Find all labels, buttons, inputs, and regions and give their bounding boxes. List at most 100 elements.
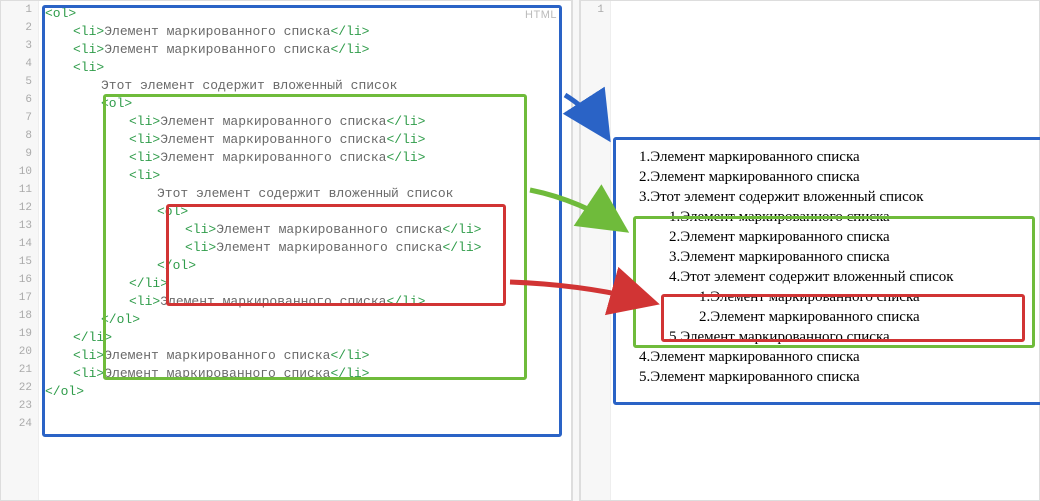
code-tag: </ol>: [101, 312, 140, 327]
line-number: 10: [1, 163, 38, 181]
code-tag: </li>: [386, 294, 425, 309]
code-tag: <li>: [129, 114, 160, 129]
code-text: Элемент маркированного списка: [104, 348, 330, 363]
line-number: 23: [1, 397, 38, 415]
code-text: Элемент маркированного списка: [160, 132, 386, 147]
code-line[interactable]: <li>Элемент маркированного списка</li>: [73, 23, 565, 41]
code-tag: </li>: [386, 114, 425, 129]
code-tag: <li>: [73, 348, 104, 363]
code-tag: <ol>: [101, 96, 132, 111]
code-line[interactable]: <ol>: [157, 203, 565, 221]
code-tag: <li>: [185, 222, 216, 237]
split-view: 123456789101112131415161718192021222324 …: [0, 0, 1040, 501]
code-text: Элемент маркированного списка: [160, 114, 386, 129]
line-number: 9: [1, 145, 38, 163]
line-number: 4: [1, 55, 38, 73]
line-number: 7: [1, 109, 38, 127]
code-tag: <ol>: [157, 204, 188, 219]
code-tag: <ol>: [45, 6, 76, 21]
preview-gutter: 1: [581, 1, 611, 500]
line-number: 2: [1, 19, 38, 37]
code-tag: </li>: [330, 348, 369, 363]
code-line[interactable]: Этот элемент содержит вложенный список: [157, 185, 565, 203]
code-line[interactable]: <li>Элемент маркированного списка</li>: [129, 293, 565, 311]
code-tag: </li>: [129, 276, 168, 291]
code-tag: <li>: [129, 294, 160, 309]
code-area[interactable]: <ol><li>Элемент маркированного списка</l…: [39, 1, 571, 500]
code-tag: </li>: [442, 240, 481, 255]
code-text: Элемент маркированного списка: [104, 366, 330, 381]
code-line[interactable]: [45, 401, 565, 419]
code-tag: </li>: [73, 330, 112, 345]
line-number: 20: [1, 343, 38, 361]
line-number: 8: [1, 127, 38, 145]
code-text: Этот элемент содержит вложенный список: [101, 78, 397, 93]
code-tag: </li>: [330, 366, 369, 381]
line-number: 14: [1, 235, 38, 253]
code-tag: <li>: [185, 240, 216, 255]
code-tag: <li>: [129, 168, 160, 183]
code-line[interactable]: </li>: [73, 329, 565, 347]
preview-pane: 1 1. Элемент маркированного списка2. Эле…: [580, 0, 1040, 501]
code-line[interactable]: <li>Элемент маркированного списка</li>: [129, 131, 565, 149]
preview-area: 1. Элемент маркированного списка2. Элеме…: [611, 1, 1039, 500]
code-line[interactable]: <li>Элемент маркированного списка</li>: [73, 347, 565, 365]
code-tag: <li>: [129, 132, 160, 147]
code-tag: <li>: [129, 150, 160, 165]
pane-divider[interactable]: [572, 0, 580, 501]
line-number: 16: [1, 271, 38, 289]
line-number: 24: [1, 415, 38, 433]
code-tag: </li>: [330, 24, 369, 39]
line-number: 13: [1, 217, 38, 235]
code-text: Этот элемент содержит вложенный список: [157, 186, 453, 201]
line-number: 17: [1, 289, 38, 307]
code-text: Элемент маркированного списка: [160, 150, 386, 165]
code-tag: </li>: [330, 42, 369, 57]
code-tag: </li>: [386, 150, 425, 165]
code-tag: </ol>: [45, 384, 84, 399]
code-line[interactable]: </ol>: [45, 383, 565, 401]
line-number: 1: [581, 1, 610, 19]
line-number: 11: [1, 181, 38, 199]
code-tag: <li>: [73, 60, 104, 75]
code-line[interactable]: <li>Элемент маркированного списка</li>: [73, 365, 565, 383]
code-line[interactable]: <ol>: [45, 5, 565, 23]
code-text: Элемент маркированного списка: [216, 240, 442, 255]
code-text: Элемент маркированного списка: [216, 222, 442, 237]
code-tag: <li>: [73, 24, 104, 39]
code-text: Элемент маркированного списка: [104, 42, 330, 57]
code-line[interactable]: Этот элемент содержит вложенный список: [101, 77, 565, 95]
code-text: Элемент маркированного списка: [160, 294, 386, 309]
code-line[interactable]: <li>Элемент маркированного списка</li>: [129, 113, 565, 131]
code-line[interactable]: <li>: [129, 167, 565, 185]
code-text: Элемент маркированного списка: [104, 24, 330, 39]
code-line[interactable]: <li>Элемент маркированного списка</li>: [185, 239, 565, 257]
code-line[interactable]: </li>: [129, 275, 565, 293]
line-number: 5: [1, 73, 38, 91]
line-number: 19: [1, 325, 38, 343]
line-number-gutter: 123456789101112131415161718192021222324: [1, 1, 39, 500]
code-line[interactable]: <li>Элемент маркированного списка</li>: [129, 149, 565, 167]
code-tag: <li>: [73, 42, 104, 57]
line-number: 21: [1, 361, 38, 379]
code-tag: </ol>: [157, 258, 196, 273]
highlight-box-red: [661, 294, 1025, 342]
line-number: 12: [1, 199, 38, 217]
line-number: 18: [1, 307, 38, 325]
line-number: 3: [1, 37, 38, 55]
line-number: 15: [1, 253, 38, 271]
code-tag: </li>: [386, 132, 425, 147]
line-number: 6: [1, 91, 38, 109]
code-line[interactable]: <ol>: [101, 95, 565, 113]
code-tag: </li>: [442, 222, 481, 237]
code-editor-pane[interactable]: 123456789101112131415161718192021222324 …: [0, 0, 572, 501]
line-number: 1: [1, 1, 38, 19]
line-number: 22: [1, 379, 38, 397]
code-line[interactable]: <li>Элемент маркированного списка</li>: [73, 41, 565, 59]
code-line[interactable]: <li>: [73, 59, 565, 77]
code-line[interactable]: </ol>: [101, 311, 565, 329]
code-line[interactable]: [45, 419, 565, 437]
code-line[interactable]: </ol>: [157, 257, 565, 275]
code-line[interactable]: <li>Элемент маркированного списка</li>: [185, 221, 565, 239]
code-tag: <li>: [73, 366, 104, 381]
